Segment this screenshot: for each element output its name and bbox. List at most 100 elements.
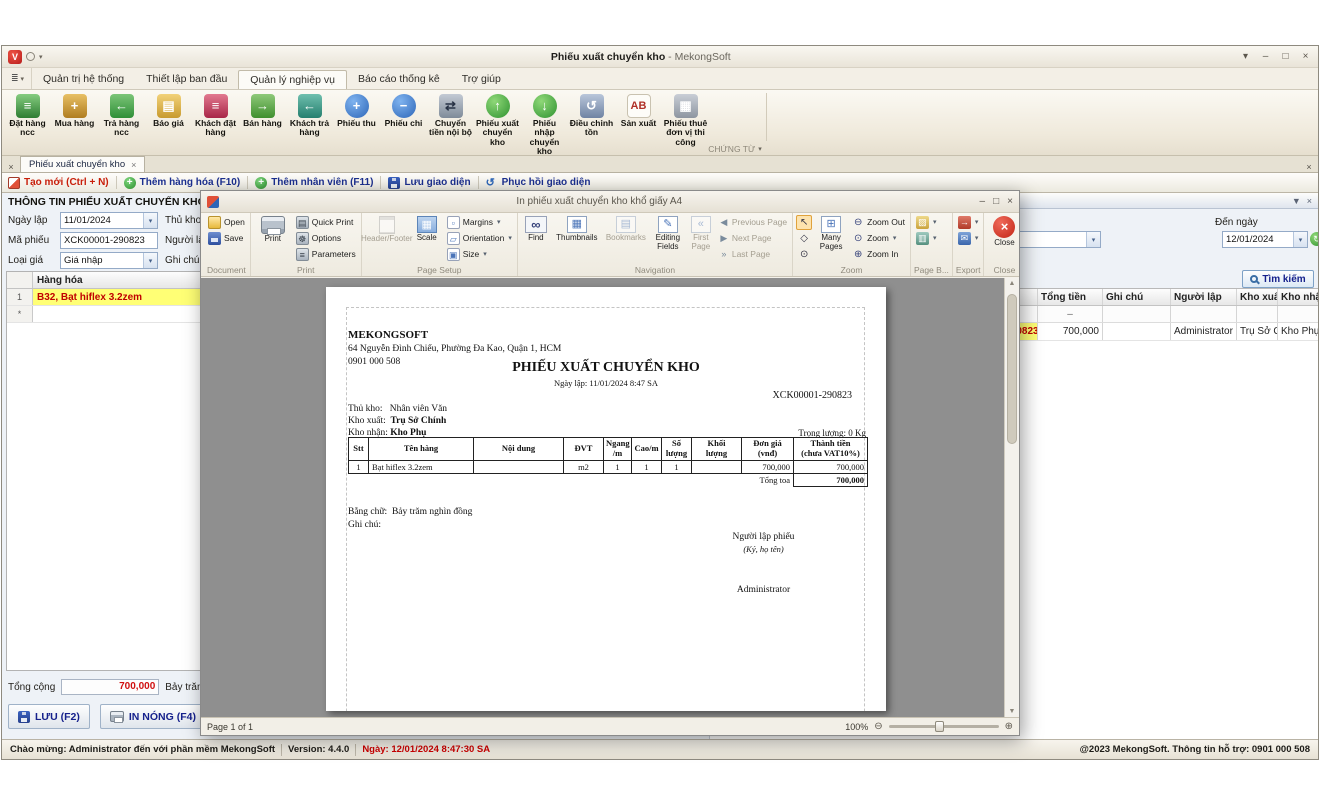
column-nguoi-lap[interactable]: Người lập (1171, 289, 1237, 305)
zoom-button[interactable]: ⊙Zoom (850, 231, 907, 246)
restore-layout-button[interactable]: Phục hồi giao diện (486, 177, 591, 189)
tab-thiet-lap-ban-dau[interactable]: Thiết lập ban đầu (135, 68, 238, 89)
scroll-down-icon[interactable]: ▼ (1005, 708, 1019, 715)
export-document-button[interactable] (956, 215, 981, 230)
ribbon-dat-hang-ncc[interactable]: Đặt hàng ncc (4, 92, 51, 158)
preview-area[interactable]: MEKONGSOFT 64 Nguyễn Đình Chiểu, Phường … (201, 278, 1019, 717)
close-button[interactable]: × (1299, 51, 1312, 62)
zoom-out-button[interactable]: ⊖Zoom Out (850, 215, 907, 230)
tab-quan-tri-he-thong[interactable]: Quản trị hệ thống (32, 68, 135, 89)
print-button[interactable]: Print (254, 215, 292, 245)
ngay-lap-combo[interactable]: 11/01/2024 (60, 212, 158, 229)
window-customize-icon[interactable]: ▾ (1239, 51, 1252, 62)
preview-scrollbar[interactable]: ▲ ▼ (1004, 278, 1019, 717)
quick-print-button[interactable]: Quick Print (294, 215, 358, 230)
column-kho-xuat[interactable]: Kho xuất (1237, 289, 1278, 305)
ribbon-mua-hang[interactable]: Mua hàng (51, 92, 98, 158)
ribbon-san-xuat[interactable]: Sản xuất (615, 92, 662, 158)
thumbnails-button[interactable]: Thumbnails (553, 215, 601, 244)
ma-phieu-input[interactable]: XCK00001-290823 (60, 232, 158, 249)
cell-nguoi-lap[interactable]: Administrator (1171, 323, 1237, 340)
ribbon-bao-gia[interactable]: Báo giá (145, 92, 192, 158)
find-button[interactable]: Find (521, 215, 551, 244)
tab-bao-cao-thong-ke[interactable]: Báo cáo thống kê (347, 68, 451, 89)
size-button[interactable]: Size (445, 247, 514, 262)
zoom-out-icon[interactable]: ⊖ (874, 721, 882, 732)
page-color-button[interactable] (914, 231, 939, 246)
ribbon-phieu-thu[interactable]: Phiếu thu (333, 92, 380, 158)
minimize-button[interactable]: – (1259, 51, 1272, 62)
parameters-button[interactable]: Parameters (294, 247, 358, 262)
add-item-button[interactable]: Thêm hàng hóa (F10) (124, 177, 241, 189)
menu-grid-icon[interactable]: ≣▾ (4, 68, 32, 89)
first-page-button[interactable]: First Page (687, 215, 715, 253)
ribbon-phieu-chi[interactable]: Phiếu chi (380, 92, 427, 158)
ribbon-khach-tra-hang[interactable]: Khách trả hàng (286, 92, 333, 158)
options-button[interactable]: Options (294, 231, 358, 246)
tab-tro-giup[interactable]: Trợ giúp (451, 68, 512, 89)
save-button[interactable]: LƯU (F2) (8, 704, 90, 729)
ribbon-phieu-nhap-chuyen-kho[interactable]: Phiếu nhập chuyển kho (521, 92, 568, 158)
tabbar-close-all-icon[interactable]: × (1300, 162, 1318, 172)
den-ngay-combo[interactable]: 12/01/2024 (1222, 231, 1308, 248)
zoom-slider-thumb[interactable] (935, 721, 944, 732)
ribbon-chuyen-tien-noi-bo[interactable]: Chuyển tiền nội bộ (427, 92, 474, 158)
search-button[interactable]: Tìm kiếm (1242, 270, 1314, 288)
quick-access-caret-icon[interactable]: ▾ (39, 53, 43, 61)
column-tong-tien[interactable]: Tổng tiền (1038, 289, 1103, 305)
last-page-button[interactable]: »Last Page (717, 247, 789, 262)
many-pages-button[interactable]: Many Pages (814, 215, 848, 253)
orientation-button[interactable]: Orientation (445, 231, 514, 246)
zoom-in-button[interactable]: ⊕Zoom In (850, 247, 907, 262)
chevron-down-icon[interactable] (143, 253, 157, 268)
margins-button[interactable]: Margins (445, 215, 514, 230)
ribbon-tra-hang-ncc[interactable]: Trả hàng ncc (98, 92, 145, 158)
tab-quan-ly-nghiep-vu[interactable]: Quản lý nghiệp vụ (238, 70, 347, 89)
add-staff-button[interactable]: Thêm nhân viên (F11) (255, 177, 373, 189)
editing-fields-button[interactable]: Editing Fields (651, 215, 685, 253)
chevron-down-icon[interactable] (1293, 232, 1307, 247)
open-button[interactable]: Open (206, 215, 247, 230)
dialog-maximize-button[interactable]: □ (993, 196, 999, 207)
ribbon-group-caret-icon[interactable]: ▾ (758, 145, 762, 153)
cell-ghi-chu[interactable] (1103, 323, 1171, 340)
cell-kho-xuat[interactable]: Trụ Sở Chính (1237, 323, 1278, 340)
column-ghi-chu[interactable]: Ghi chú (1103, 289, 1171, 305)
zoom-slider[interactable] (889, 725, 999, 728)
scrollbar-thumb[interactable] (1007, 294, 1017, 444)
scroll-up-icon[interactable]: ▲ (1005, 280, 1019, 287)
scale-button[interactable]: Scale (411, 215, 443, 244)
quick-access-icon[interactable] (26, 52, 35, 61)
cell-kho-nhan[interactable]: Kho Phụ (1278, 323, 1318, 340)
chevron-down-icon[interactable] (1086, 232, 1100, 247)
ribbon-dieu-chinh-ton[interactable]: Điều chỉnh tồn (568, 92, 615, 158)
send-email-button[interactable] (956, 231, 981, 246)
loai-gia-combo[interactable]: Giá nhập (60, 252, 158, 269)
doc-tab-phieu-xuat-chuyen-kho[interactable]: Phiếu xuất chuyển kho× (20, 156, 145, 172)
magnifier-tool-button[interactable]: ⊙ (796, 247, 812, 262)
pointer-tool-button[interactable]: ↖ (796, 215, 812, 230)
save-document-button[interactable]: Save (206, 231, 245, 246)
bookmarks-button[interactable]: Bookmarks (603, 215, 649, 244)
cell-tong-tien[interactable]: 700,000 (1038, 323, 1103, 340)
panel-close-icon[interactable]: × (1307, 196, 1312, 206)
column-kho-nhan[interactable]: Kho nhận (1278, 289, 1318, 305)
new-record-button[interactable]: Tạo mới (Ctrl + N) (8, 177, 109, 189)
next-page-button[interactable]: ▶Next Page (717, 231, 789, 246)
dialog-close-button[interactable]: × (1007, 196, 1013, 207)
tabbar-close-icon[interactable]: × (2, 162, 20, 172)
auto-hide-pin-icon[interactable]: ▼ (1292, 196, 1301, 206)
chevron-down-icon[interactable] (143, 213, 157, 228)
previous-page-button[interactable]: ◀Previous Page (717, 215, 789, 230)
restore-button[interactable]: □ (1279, 51, 1292, 62)
ribbon-phieu-xuat-chuyen-kho[interactable]: Phiếu xuất chuyển kho (474, 92, 521, 158)
header-footer-button[interactable]: Header/Footer (365, 215, 409, 245)
ribbon-ban-hang[interactable]: Bán hàng (239, 92, 286, 158)
dialog-minimize-button[interactable]: – (980, 196, 986, 207)
filter-cell[interactable]: – (1038, 306, 1103, 322)
watermark-button[interactable] (914, 215, 939, 230)
doc-tab-close-icon[interactable]: × (131, 160, 136, 170)
save-layout-button[interactable]: Lưu giao diện (388, 177, 470, 189)
hand-tool-button[interactable]: ◇ (796, 231, 812, 246)
refresh-icon[interactable] (1310, 232, 1318, 246)
